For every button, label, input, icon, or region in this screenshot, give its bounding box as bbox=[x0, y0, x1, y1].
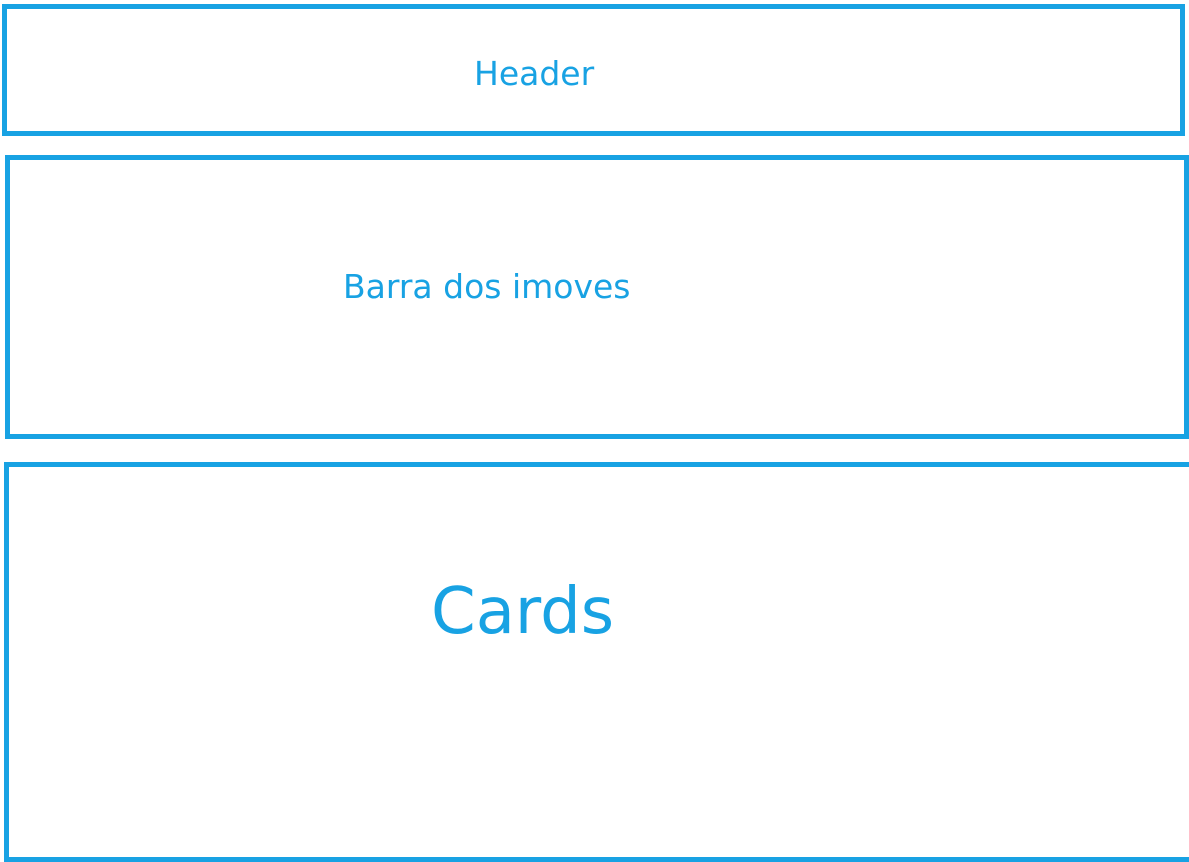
cards-section-box: Cards bbox=[4, 462, 1189, 862]
property-bar-section-box: Barra dos imoves bbox=[5, 155, 1189, 439]
header-section-box: Header bbox=[2, 4, 1185, 136]
cards-section-label: Cards bbox=[431, 575, 615, 649]
property-bar-section-label: Barra dos imoves bbox=[343, 267, 631, 306]
header-section-label: Header bbox=[474, 54, 595, 93]
